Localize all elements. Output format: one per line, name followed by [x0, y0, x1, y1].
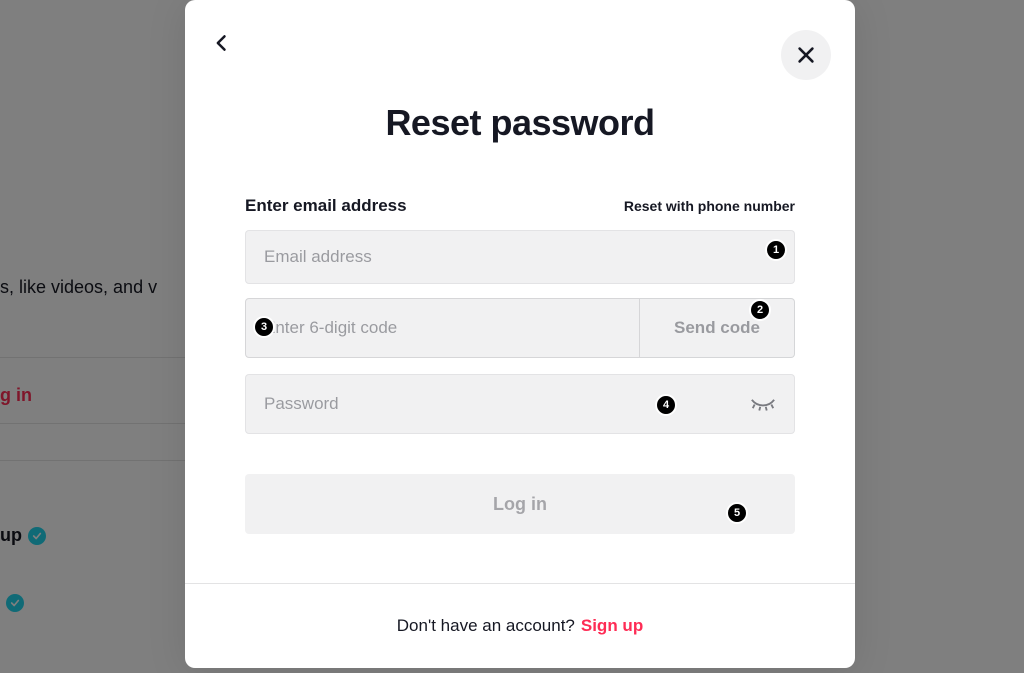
- code-field-wrapper: [245, 298, 640, 358]
- chevron-left-icon: [212, 33, 232, 53]
- email-field-wrapper: [245, 230, 795, 284]
- back-button[interactable]: [207, 28, 237, 58]
- password-input[interactable]: [264, 394, 750, 414]
- login-button[interactable]: Log in: [245, 474, 795, 534]
- reset-with-phone-link[interactable]: Reset with phone number: [624, 198, 795, 214]
- email-label: Enter email address: [245, 196, 407, 216]
- reset-password-modal: Reset password Enter email address Reset…: [185, 0, 855, 668]
- footer-text: Don't have an account?: [397, 616, 575, 636]
- modal-footer: Don't have an account? Sign up: [185, 583, 855, 668]
- annotation-badge-5: 5: [726, 502, 748, 524]
- close-button[interactable]: [781, 30, 831, 80]
- send-code-button[interactable]: Send code: [640, 298, 795, 358]
- eye-closed-icon: [750, 398, 776, 411]
- email-input[interactable]: [264, 247, 776, 267]
- modal-body: Reset password Enter email address Reset…: [185, 70, 855, 583]
- annotation-badge-1: 1: [765, 239, 787, 261]
- modal-title: Reset password: [245, 102, 795, 144]
- code-input[interactable]: [264, 318, 621, 338]
- annotation-badge-2: 2: [749, 299, 771, 321]
- toggle-password-visibility-button[interactable]: [750, 397, 776, 411]
- annotation-badge-4: 4: [655, 394, 677, 416]
- label-row: Enter email address Reset with phone num…: [245, 196, 795, 216]
- close-icon: [795, 44, 817, 66]
- annotation-badge-3: 3: [253, 316, 275, 338]
- modal-header: [185, 0, 855, 70]
- code-row: Send code: [245, 298, 795, 358]
- signup-link[interactable]: Sign up: [581, 616, 643, 636]
- password-field-wrapper: [245, 374, 795, 434]
